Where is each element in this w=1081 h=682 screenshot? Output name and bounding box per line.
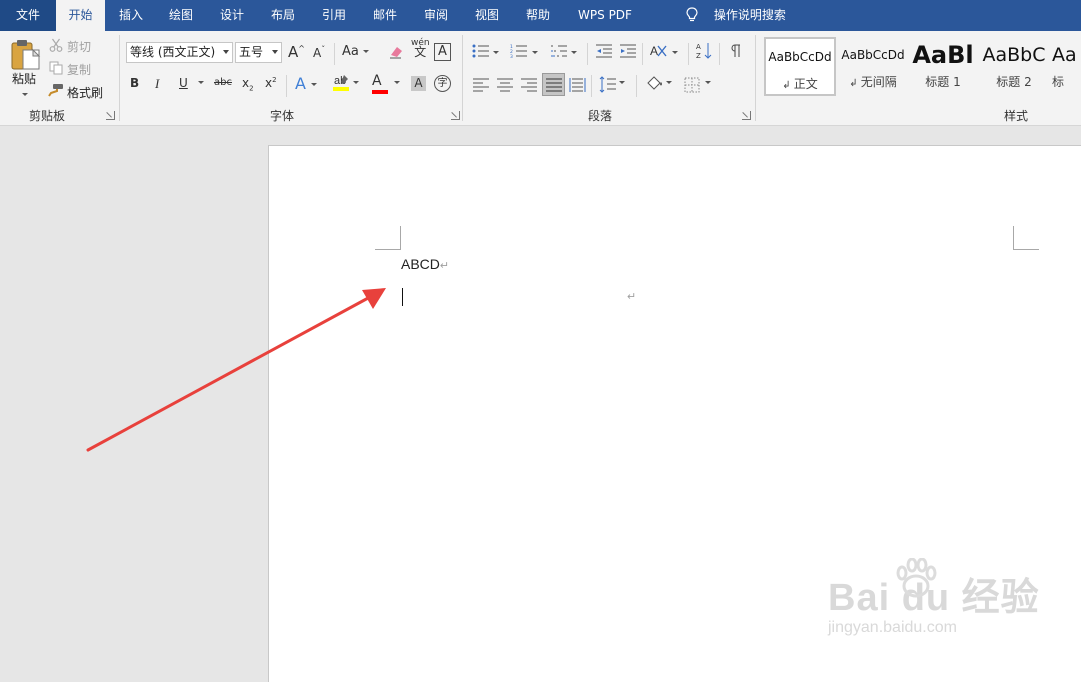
paw-logo-icon xyxy=(896,558,937,598)
watermark-url: jingyan.baidu.com xyxy=(828,619,957,636)
baidu-watermark: Bai du 经验 jingyan.baidu.com xyxy=(828,558,1040,637)
arrow-shaft xyxy=(86,295,372,452)
